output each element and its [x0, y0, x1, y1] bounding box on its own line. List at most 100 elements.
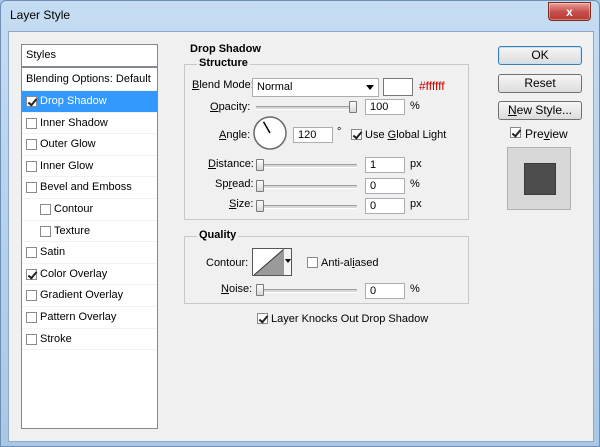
noise-label: Noise:	[221, 283, 253, 295]
ok-button[interactable]: OK	[498, 46, 582, 65]
shadow-color-hex: #ffffff	[419, 79, 445, 93]
distance-slider-thumb[interactable]	[256, 159, 264, 171]
opacity-slider-thumb[interactable]	[349, 101, 357, 113]
knockout-checkbox[interactable]	[257, 313, 268, 324]
window-title: Layer Style	[10, 8, 71, 22]
styles-item-checkbox[interactable]	[26, 247, 37, 259]
styles-item-color-overlay[interactable]: Color Overlay	[22, 264, 157, 286]
styles-item-label: Color Overlay	[40, 267, 108, 280]
blend-mode-label: Blend Mode:	[192, 79, 254, 91]
angle-unit: °	[337, 126, 342, 138]
preview-checkbox[interactable]	[510, 127, 521, 138]
styles-item-checkbox[interactable]	[40, 225, 51, 237]
styles-item-label: Drop Shadow	[40, 95, 107, 107]
styles-item-label: Texture	[54, 224, 91, 237]
styles-item-label: Blending Options: Default	[26, 73, 151, 85]
spread-label: Spread:	[215, 178, 254, 190]
spread-unit: %	[410, 178, 420, 190]
reset-button[interactable]: Reset	[498, 74, 582, 93]
styles-item-checkbox[interactable]	[26, 139, 37, 151]
styles-item-checkbox[interactable]	[26, 333, 37, 345]
styles-item-checkbox[interactable]	[26, 268, 37, 280]
noise-input[interactable]: 0	[365, 283, 405, 299]
size-label: Size:	[229, 198, 254, 210]
styles-item-texture[interactable]: Texture	[22, 221, 157, 243]
styles-item-stroke[interactable]: Stroke	[22, 329, 157, 351]
angle-input[interactable]: 120	[293, 127, 333, 143]
use-global-light-checkbox[interactable]	[351, 129, 362, 140]
size-input[interactable]: 0	[365, 198, 405, 214]
chevron-down-icon	[366, 85, 374, 90]
opacity-slider-track[interactable]	[256, 106, 357, 110]
styles-item-checkbox[interactable]	[26, 290, 37, 302]
angle-label: Angle:	[219, 129, 251, 141]
styles-item-label: Contour	[54, 202, 94, 215]
styles-item-outer-glow[interactable]: Outer Glow	[22, 134, 157, 156]
styles-item-label: Bevel and Emboss	[40, 181, 132, 194]
quality-group: Quality Contour: Anti-aliased Noise: 0 %	[184, 229, 469, 304]
styles-item-label: Gradient Overlay	[40, 289, 124, 302]
anti-aliased-checkbox[interactable]	[307, 257, 318, 268]
anti-aliased-label: Anti-aliased	[321, 257, 379, 269]
styles-rows: Blending Options: Default Drop Shadow Inne…	[22, 67, 157, 351]
noise-unit: %	[410, 283, 420, 295]
styles-item-label: Satin	[40, 246, 66, 259]
styles-item-checkbox[interactable]	[26, 311, 37, 323]
noise-slider-track[interactable]	[256, 289, 357, 293]
knockout-label: Layer Knocks Out Drop Shadow	[271, 313, 429, 325]
styles-item-checkbox[interactable]	[40, 203, 51, 215]
close-icon: x	[566, 4, 573, 19]
layer-style-window: Layer Style x Styles Blending Options: D…	[0, 0, 600, 447]
styles-item-pattern-overlay[interactable]: Pattern Overlay	[22, 307, 157, 329]
distance-slider-track[interactable]	[256, 164, 357, 168]
styles-item-drop-shadow[interactable]: Drop Shadow	[22, 91, 157, 113]
contour-preview-icon	[254, 249, 284, 275]
spread-slider-thumb[interactable]	[256, 180, 264, 192]
styles-item-inner-shadow[interactable]: Inner Shadow	[22, 113, 157, 135]
blend-mode-select[interactable]: Normal	[252, 78, 379, 97]
preview-thumbnail	[507, 147, 571, 210]
blend-mode-value: Normal	[257, 81, 293, 93]
new-style-button[interactable]: New Style...	[498, 101, 582, 120]
size-slider-thumb[interactable]	[256, 200, 264, 212]
styles-item-satin[interactable]: Satin	[22, 242, 157, 264]
opacity-unit: %	[410, 100, 420, 112]
contour-dropdown-button[interactable]	[283, 249, 291, 275]
contour-picker[interactable]	[252, 248, 292, 276]
opacity-input[interactable]: 100	[365, 99, 405, 115]
section-title: Drop Shadow	[190, 43, 261, 55]
styles-item-checkbox[interactable]	[26, 117, 37, 129]
styles-item-checkbox[interactable]	[26, 182, 37, 194]
structure-title: Structure	[197, 57, 250, 69]
styles-item-label: Inner Glow	[40, 159, 94, 172]
dialog-body: Styles Blending Options: Default Drop Sha…	[8, 31, 594, 442]
size-slider-track[interactable]	[256, 205, 357, 209]
angle-dial[interactable]	[252, 115, 288, 151]
use-global-light-label: Use Global Light	[365, 129, 447, 141]
preview-label: Preview	[525, 127, 568, 141]
noise-slider-thumb[interactable]	[256, 284, 264, 296]
structure-group: Structure Blend Mode: Normal #ffffff Opa…	[184, 57, 469, 220]
distance-unit: px	[410, 158, 422, 170]
styles-item-label: Outer Glow	[40, 138, 96, 151]
styles-item-checkbox[interactable]	[26, 96, 37, 107]
close-button[interactable]: x	[548, 2, 591, 21]
shadow-color-swatch[interactable]	[383, 78, 413, 96]
styles-item-label: Inner Shadow	[40, 116, 108, 129]
styles-list: Styles Blending Options: Default Drop Sha…	[21, 44, 158, 429]
spread-slider-track[interactable]	[256, 185, 357, 189]
size-unit: px	[410, 198, 422, 210]
distance-input[interactable]: 1	[365, 157, 405, 173]
styles-header[interactable]: Styles	[22, 45, 157, 67]
spread-input[interactable]: 0	[365, 178, 405, 194]
styles-item-contour[interactable]: Contour	[22, 199, 157, 221]
opacity-label: Opacity:	[210, 101, 251, 113]
styles-item-checkbox[interactable]	[26, 160, 37, 172]
styles-item-bevel-and-emboss[interactable]: Bevel and Emboss	[22, 177, 157, 199]
quality-title: Quality	[197, 229, 239, 241]
title-bar[interactable]: Layer Style x	[1, 1, 599, 31]
styles-item-gradient-overlay[interactable]: Gradient Overlay	[22, 285, 157, 307]
contour-label: Contour:	[206, 257, 249, 269]
styles-item-inner-glow[interactable]: Inner Glow	[22, 156, 157, 178]
styles-item-blending-options-default[interactable]: Blending Options: Default	[22, 67, 157, 91]
